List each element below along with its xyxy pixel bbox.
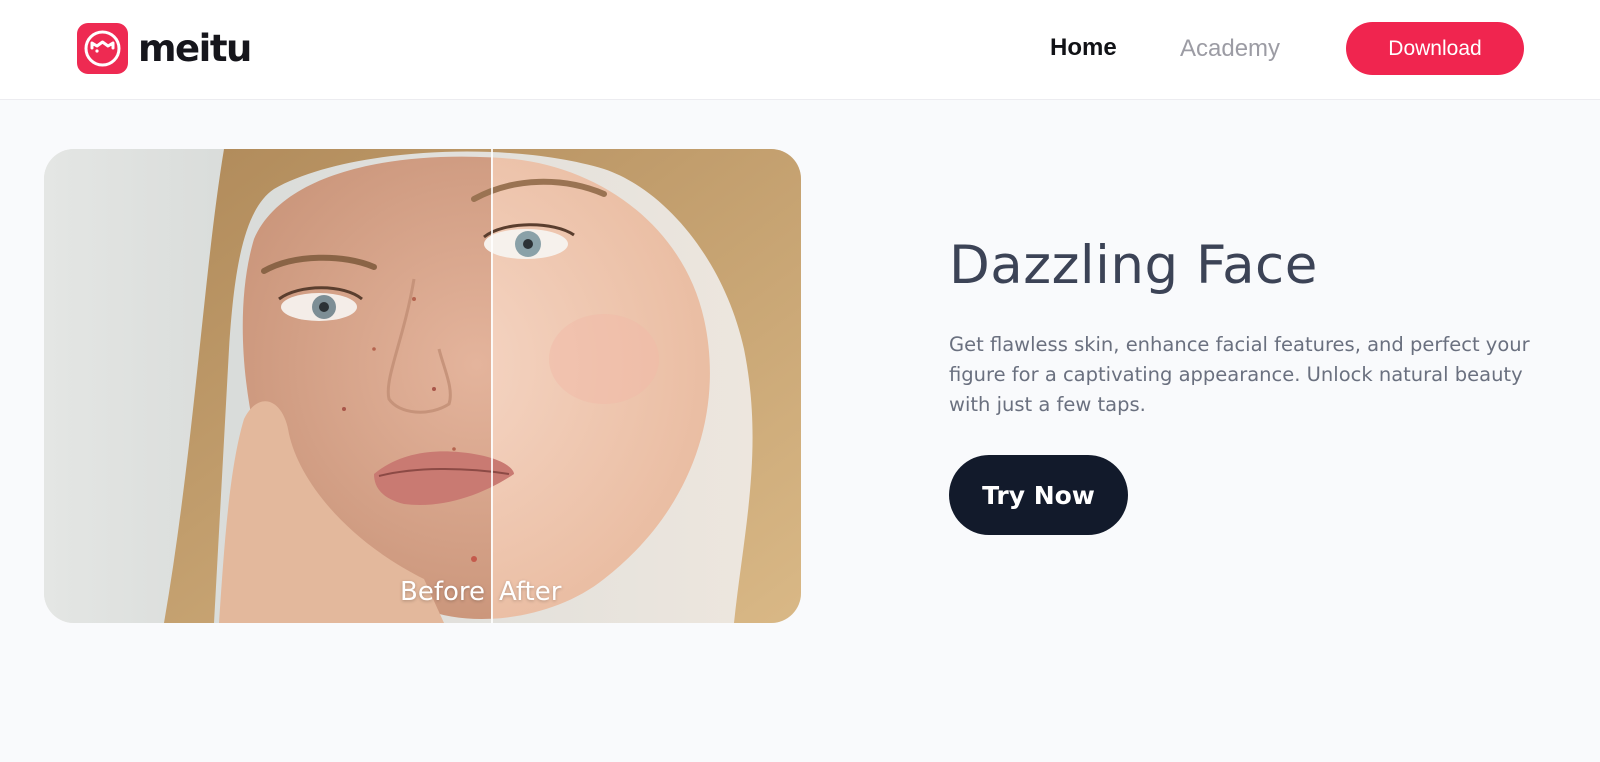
- nav-home-link[interactable]: Home: [1050, 34, 1117, 62]
- meitu-logo[interactable]: meitu: [77, 22, 252, 74]
- after-label: After: [499, 577, 562, 607]
- hero-title: Dazzling Face: [949, 235, 1318, 296]
- hero-description: Get flawless skin, enhance facial featur…: [949, 333, 1530, 416]
- before-after-divider[interactable]: [491, 149, 493, 623]
- before-after-image: Before After: [44, 149, 801, 623]
- download-button[interactable]: Download: [1346, 22, 1524, 75]
- site-header: meitu Home Academy Download: [0, 0, 1600, 100]
- portrait-illustration: [44, 149, 801, 623]
- logo-wordmark: meitu: [138, 26, 252, 70]
- meitu-logo-icon: [77, 22, 128, 74]
- try-now-button[interactable]: Try Now: [949, 455, 1128, 535]
- nav-academy-link[interactable]: Academy: [1180, 35, 1280, 63]
- before-label: Before: [399, 577, 485, 607]
